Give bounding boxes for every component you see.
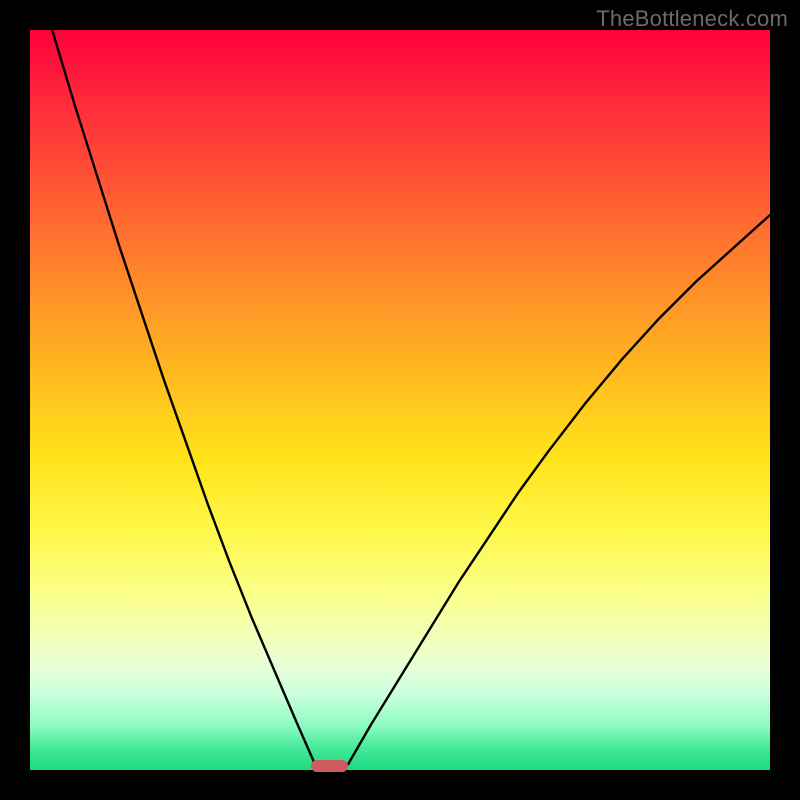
chart-frame: TheBottleneck.com [0,0,800,800]
bottleneck-marker [311,760,348,772]
left-curve-path [52,30,315,764]
right-curve-path [348,215,770,764]
watermark-text: TheBottleneck.com [596,6,788,32]
chart-curves-svg [0,0,800,800]
